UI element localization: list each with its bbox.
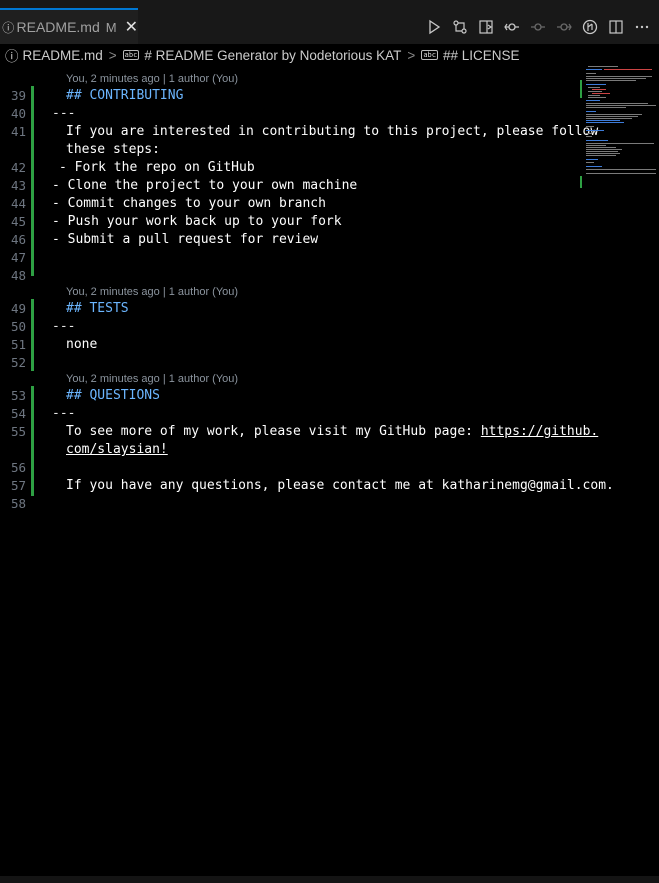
rule-text: --- [52, 406, 76, 421]
code-line-wrap: com/slaysian! [0, 441, 580, 459]
gitlens-icon[interactable] [577, 16, 603, 38]
chevron-right-icon: > [108, 47, 117, 63]
git-blame-lens[interactable]: You, 2 minutes ago | 1 author (You) [66, 71, 238, 87]
heading-text: ## QUESTIONS [66, 388, 160, 403]
breadcrumb-file[interactable]: README.md [23, 48, 103, 63]
chevron-right-icon: > [407, 47, 416, 63]
line-number: 50 [10, 319, 26, 334]
info-icon: ⓘ [2, 20, 15, 35]
github-link-continued[interactable]: com/slaysian! [66, 441, 168, 459]
line-number: 44 [10, 196, 26, 211]
code-line: 51 none [0, 336, 580, 354]
code-line: 48 [0, 267, 580, 285]
paragraph-text: If you are interested in contributing to… [66, 124, 599, 139]
line-number: 41 [10, 124, 26, 139]
list-item-text: - Commit changes to your own branch [52, 196, 326, 211]
github-link[interactable]: https://github. [481, 424, 598, 439]
code-line: 53 ## QUESTIONS [0, 387, 580, 405]
line-number: 53 [10, 388, 26, 403]
editor-actions [421, 16, 655, 38]
line-number: 40 [10, 106, 26, 121]
editor-content[interactable]: You, 2 minutes ago | 1 author (You) 39 #… [0, 66, 659, 876]
info-icon: ⓘ [5, 49, 19, 64]
code-line: 50 --- [0, 318, 580, 336]
git-blame-lens[interactable]: You, 2 minutes ago | 1 author (You) [66, 284, 238, 300]
breadcrumb-heading-1[interactable]: # README Generator by Nodetorious KAT [144, 48, 401, 63]
line-number: 42 [10, 160, 26, 175]
next-change-icon[interactable] [551, 16, 577, 38]
minimap[interactable] [584, 66, 656, 196]
split-editor-icon[interactable] [603, 16, 629, 38]
rule-text: --- [52, 319, 76, 334]
tab-readme[interactable]: ⓘ README.md M ✕ [0, 8, 138, 44]
paragraph-text: If you have any questions, please contac… [66, 478, 614, 493]
breadcrumb: ⓘ README.md > abc # README Generator by … [0, 44, 659, 66]
line-number: 54 [10, 406, 26, 421]
line-number: 52 [10, 355, 26, 370]
line-number: 48 [10, 268, 26, 283]
code-line: 55 To see more of my work, please visit … [0, 423, 598, 441]
open-changes-icon[interactable] [447, 16, 473, 38]
line-number: 47 [10, 250, 26, 265]
list-item-text: - Push your work back up to your fork [52, 214, 342, 229]
code-line: 54 --- [0, 405, 580, 423]
rule-text: --- [52, 106, 76, 121]
heading-symbol-icon: abc [421, 50, 438, 60]
code-line: 46 - Submit a pull request for review [0, 231, 580, 249]
preview-icon[interactable] [473, 16, 499, 38]
line-number: 39 [10, 88, 26, 103]
line-number: 58 [10, 496, 26, 511]
code-line: 42 - Fork the repo on GitHub [0, 159, 580, 177]
line-number: 43 [10, 178, 26, 193]
minimap-git-marker [580, 176, 582, 188]
minimap-git-marker [580, 80, 582, 98]
heading-symbol-icon: abc [122, 50, 140, 60]
modified-badge: M [105, 19, 117, 35]
line-number: 46 [10, 232, 26, 247]
code-line-wrap: these steps: [0, 141, 580, 159]
code-line: 57 If you have any questions, please con… [0, 477, 614, 495]
previous-change-icon[interactable] [525, 16, 551, 38]
paragraph-text: these steps: [66, 142, 160, 157]
list-item-text: - Fork the repo on GitHub [59, 160, 255, 175]
code-line: 49 ## TESTS [0, 300, 580, 318]
git-blame-lens[interactable]: You, 2 minutes ago | 1 author (You) [66, 371, 238, 387]
code-line: 52 [0, 354, 580, 372]
code-line: 58 [0, 495, 580, 513]
timeline-icon[interactable] [499, 16, 525, 38]
list-item-text: - Clone the project to your own machine [52, 178, 358, 193]
paragraph-text: none [66, 337, 98, 352]
line-number: 55 [10, 424, 26, 439]
line-number: 56 [10, 460, 26, 475]
line-number: 51 [10, 337, 26, 352]
close-icon[interactable]: ✕ [125, 17, 138, 37]
code-line: 56 [0, 459, 580, 477]
breadcrumb-heading-2[interactable]: ## LICENSE [443, 48, 520, 63]
status-strip [0, 876, 659, 883]
heading-text: ## TESTS [66, 301, 129, 316]
code-line: 40 --- [0, 105, 580, 123]
line-number: 57 [10, 478, 26, 493]
line-number: 49 [10, 301, 26, 316]
run-icon[interactable] [421, 16, 447, 38]
paragraph-text-segment: To see more of my work, please visit my … [66, 424, 481, 439]
list-item-text: - Submit a pull request for review [52, 232, 319, 247]
line-number: 45 [10, 214, 26, 229]
code-line: 43 - Clone the project to your own machi… [0, 177, 580, 195]
code-line: 45 - Push your work back up to your fork [0, 213, 580, 231]
code-line: 39 ## CONTRIBUTING [0, 87, 580, 105]
more-actions-icon[interactable] [629, 16, 655, 38]
tab-filename: README.md [16, 19, 100, 35]
tab-bar: ⓘ README.md M ✕ [0, 0, 659, 45]
code-line: 44 - Commit changes to your own branch [0, 195, 580, 213]
code-line: 47 [0, 249, 580, 267]
heading-text: ## CONTRIBUTING [66, 88, 184, 103]
code-line: 41 If you are interested in contributing… [0, 123, 598, 141]
paragraph-text: To see more of my work, please visit my … [66, 423, 598, 441]
